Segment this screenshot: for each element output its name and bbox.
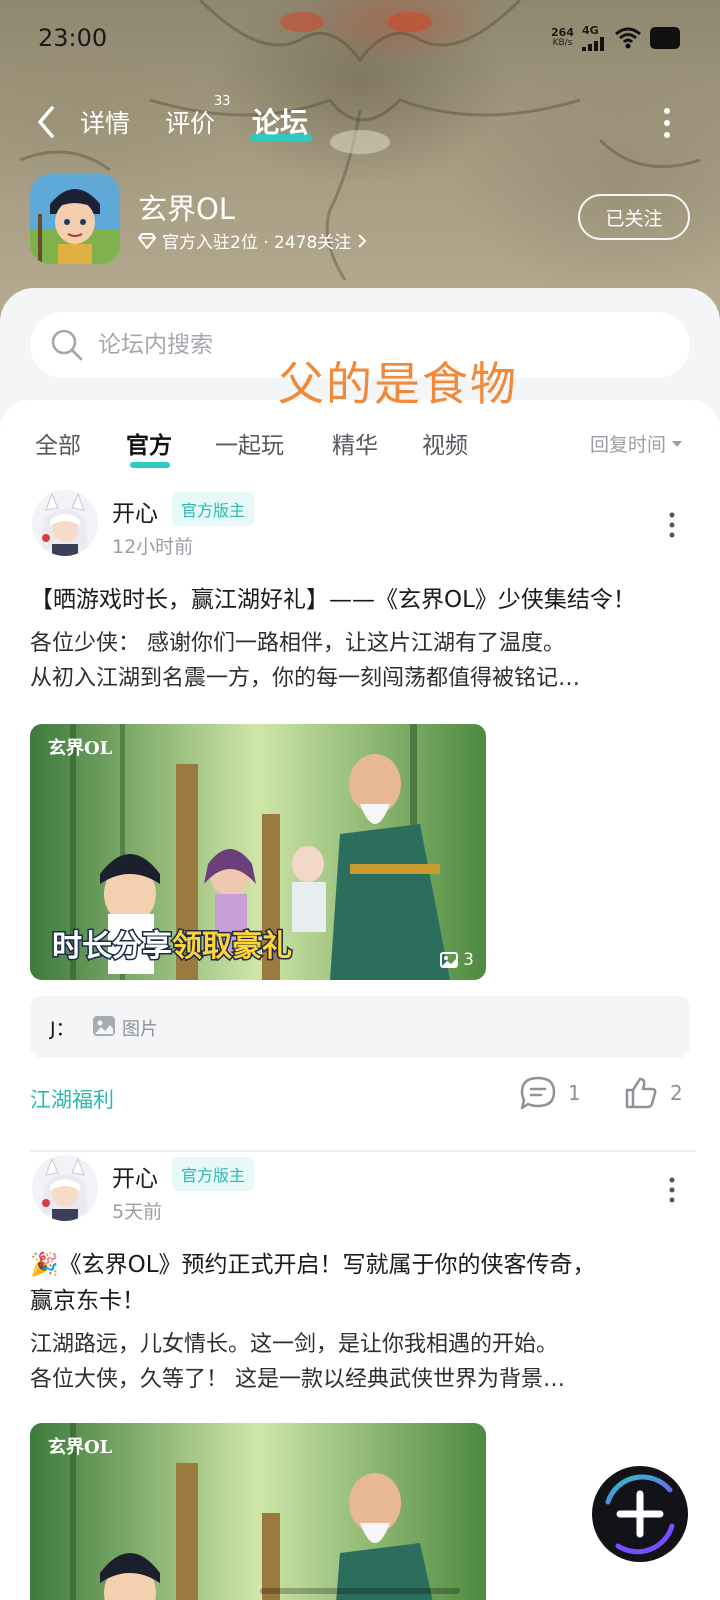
thumbs-up-icon bbox=[625, 1077, 657, 1109]
game-meta[interactable]: 官方入驻2位 · 2478关注 bbox=[138, 228, 367, 253]
cellular-signal-icon: 4G bbox=[582, 24, 606, 51]
comment-count: 1 bbox=[568, 1081, 581, 1105]
comment-icon bbox=[520, 1076, 556, 1110]
category-active-indicator bbox=[130, 462, 170, 468]
post-title[interactable]: 【晒游戏时长，赢江湖好礼】——《玄界OL》少侠集结令！ bbox=[30, 582, 690, 618]
game-name: 玄界OL bbox=[138, 192, 235, 226]
follow-button[interactable]: 已关注 bbox=[578, 194, 690, 240]
search-icon bbox=[51, 329, 83, 361]
diamond-icon bbox=[138, 232, 156, 249]
reply-preview[interactable]: J： 图片 bbox=[30, 996, 690, 1058]
post-image[interactable]: 玄界OL bbox=[30, 1423, 486, 1600]
category-tab-featured[interactable]: 精华 bbox=[332, 426, 378, 460]
image-caption-part-2: 领取豪礼 bbox=[172, 929, 292, 964]
status-icons: 264 KB/s 4G bbox=[551, 24, 680, 51]
image-count: 3 bbox=[440, 950, 474, 970]
category-tab-video[interactable]: 视频 bbox=[422, 426, 468, 460]
back-button[interactable] bbox=[32, 102, 62, 142]
category-tab-play-together[interactable]: 一起玩 bbox=[215, 426, 284, 460]
author-name[interactable]: 开心 bbox=[112, 1159, 158, 1193]
role-badge: 官方版主 bbox=[172, 492, 255, 526]
game-header: 玄界OL 官方入驻2位 · 2478关注 已关注 bbox=[0, 172, 720, 268]
image-gallery-icon bbox=[440, 952, 459, 968]
network-speed-unit: KB/s bbox=[552, 37, 573, 48]
image-overlay-text: 父的是食物 bbox=[278, 357, 518, 411]
author-name[interactable]: 开心 bbox=[112, 494, 158, 528]
image-logo: 玄界OL bbox=[48, 737, 113, 759]
post-time: 5天前 bbox=[112, 1201, 163, 1223]
post-image-artwork: 玄界OL bbox=[30, 1423, 486, 1600]
tab-forum[interactable]: 论坛 bbox=[252, 101, 308, 141]
avatar[interactable] bbox=[32, 1155, 98, 1221]
status-time: 23:00 bbox=[38, 24, 108, 52]
image-count-value: 3 bbox=[463, 950, 474, 970]
tab-forum-label: 论坛 bbox=[252, 106, 309, 139]
network-speed-value: 264 bbox=[551, 25, 574, 39]
more-options-icon[interactable] bbox=[662, 106, 672, 140]
home-indicator[interactable] bbox=[260, 1588, 460, 1594]
post-body-line: 江湖路远，儿女情长。这一剑，是让你我相遇的开始。 bbox=[30, 1332, 559, 1357]
game-meta-text: 官方入驻2位 · 2478关注 bbox=[162, 233, 352, 253]
image-caption-part-1: 时长分享 bbox=[52, 929, 172, 964]
tab-details[interactable]: 详情 bbox=[80, 104, 130, 140]
category-tab-all[interactable]: 全部 bbox=[35, 426, 81, 460]
sort-label: 回复时间 bbox=[589, 434, 666, 456]
category-tab-official[interactable]: 官方 bbox=[126, 426, 172, 460]
caret-down-icon bbox=[672, 440, 682, 447]
post-image-artwork: 玄界OL 时长分享 领取豪礼 bbox=[30, 724, 486, 980]
network-type: 4G bbox=[582, 24, 599, 37]
role-badge: 官方版主 bbox=[172, 1157, 255, 1191]
like-button[interactable]: 2 bbox=[624, 1076, 683, 1110]
post-tag[interactable]: 江湖福利 bbox=[30, 1084, 114, 1114]
post-title-line: 赢京东卡！ bbox=[30, 1288, 145, 1314]
post-divider bbox=[30, 1150, 696, 1152]
chevron-right-icon bbox=[358, 233, 367, 248]
post-title[interactable]: 🎉《玄界OL》预约正式开启！写就属于你的侠客传奇， 赢京东卡！ bbox=[30, 1247, 690, 1319]
post-body[interactable]: 各位少侠： 感谢你们一路相伴，让这片江湖有了温度。 从初入江湖到名震一方，你的每… bbox=[30, 626, 690, 696]
battery-icon bbox=[650, 26, 680, 49]
post-body-line: 各位少侠： 感谢你们一路相伴，让这片江湖有了温度。 bbox=[30, 631, 565, 656]
comment-button[interactable]: 1 bbox=[520, 1076, 581, 1110]
forum-feed: 全部 官方 一起玩 精华 视频 回复时间 开心 官方版主 12小时前 【晒游戏时… bbox=[0, 400, 720, 1600]
post-more-icon[interactable] bbox=[668, 1177, 676, 1203]
reviews-count-badge: 33 bbox=[214, 94, 231, 109]
post-time: 12小时前 bbox=[112, 536, 194, 558]
post-more-icon[interactable] bbox=[668, 512, 676, 538]
network-speed: 264 KB/s bbox=[551, 27, 574, 49]
reply-content: 图片 bbox=[122, 1019, 158, 1040]
post-body-line: 从初入江湖到名震一方，你的每一刻闯荡都值得被铭记… bbox=[30, 666, 581, 691]
sort-dropdown[interactable]: 回复时间 bbox=[590, 430, 682, 457]
status-bar: 23:00 264 KB/s 4G bbox=[0, 0, 720, 76]
tab-reviews[interactable]: 评价 bbox=[165, 104, 215, 140]
avatar[interactable] bbox=[32, 490, 98, 556]
post-image[interactable]: 玄界OL 时长分享 领取豪礼 3 bbox=[30, 724, 486, 980]
create-post-button[interactable] bbox=[588, 1462, 692, 1566]
image-icon bbox=[93, 1016, 115, 1036]
like-count: 2 bbox=[670, 1081, 683, 1105]
wifi-icon bbox=[615, 27, 641, 48]
top-navigation: 详情 评价 33 论坛 bbox=[0, 94, 720, 150]
image-logo: 玄界OL bbox=[48, 1436, 113, 1458]
game-icon[interactable] bbox=[30, 174, 120, 264]
post-body[interactable]: 江湖路远，儿女情长。这一剑，是让你我相遇的开始。 各位大侠，久等了！ 这是一款以… bbox=[30, 1327, 690, 1397]
category-tabs: 全部 官方 一起玩 精华 视频 回复时间 bbox=[0, 422, 720, 472]
reply-user: J： bbox=[50, 1018, 75, 1040]
post-body-line: 各位大侠，久等了！ 这是一款以经典武侠世界为背景… bbox=[30, 1367, 565, 1392]
post-title-line: 🎉《玄界OL》预约正式开启！写就属于你的侠客传奇， bbox=[30, 1252, 596, 1278]
